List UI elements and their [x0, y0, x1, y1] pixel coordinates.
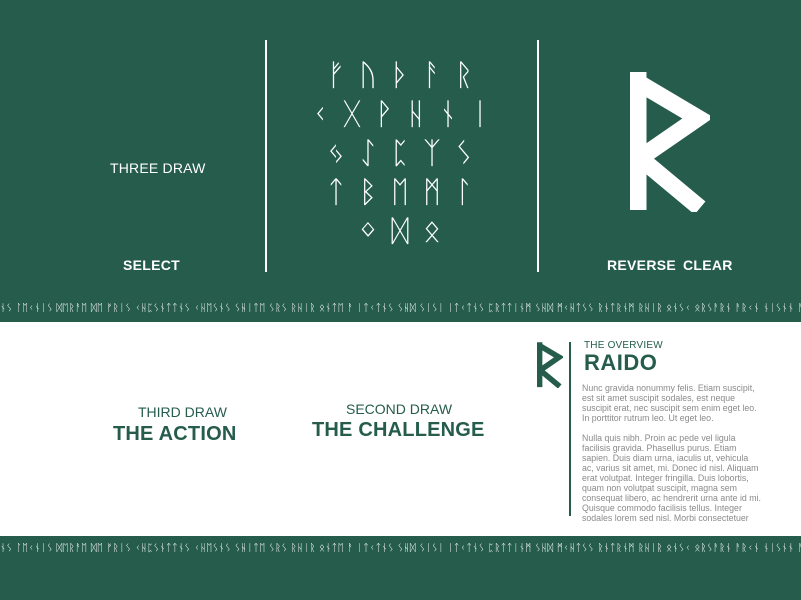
rune-fehu[interactable]: ᚠ	[320, 59, 352, 92]
rune-thurisaz[interactable]: ᚦ	[384, 59, 416, 92]
overview-rune-name: RAIDO	[584, 350, 658, 375]
raido-rune-icon	[630, 72, 710, 212]
rune-sowilo[interactable]: ᛊ	[448, 137, 480, 170]
rune-dagaz[interactable]: ᛞ	[384, 215, 416, 248]
clear-button[interactable]: CLEAR	[683, 257, 733, 273]
rune-row: ᛏ ᛒ ᛖ ᛗ ᛚ	[304, 173, 496, 212]
rune-mannaz[interactable]: ᛗ	[416, 176, 448, 209]
rune-hagalaz[interactable]: ᚺ	[400, 98, 432, 131]
rune-wunjo[interactable]: ᚹ	[368, 98, 400, 131]
overview-divider	[569, 342, 571, 516]
rune-perthro[interactable]: ᛈ	[384, 137, 416, 170]
rune-jera[interactable]: ᛃ	[320, 137, 352, 170]
second-draw-label: SECOND DRAW	[346, 401, 453, 417]
rune-kenaz[interactable]: ᚲ	[304, 98, 336, 131]
divider-left	[265, 40, 267, 272]
overview-paragraph-2: Nulla quis nibh. Proin ac pede vel ligul…	[582, 433, 761, 523]
rune-laguz[interactable]: ᛚ	[448, 176, 480, 209]
rune-row: ᛃ ᛇ ᛈ ᛉ ᛊ	[304, 134, 496, 173]
second-draw-title[interactable]: THE CHALLENGE	[312, 419, 485, 442]
footer-band	[0, 562, 801, 600]
rune-raido[interactable]: ᚱ	[448, 59, 480, 92]
reverse-button[interactable]: REVERSE	[607, 257, 676, 273]
rune-uruz[interactable]: ᚢ	[352, 59, 384, 92]
rune-text-strip-top: ᚾᛊ ᛚᛖᚲᚾᛁᛊ ᛞᛖᚱᚨᛖ ᛞᛖ ᚠᚱᛁᛊ ᚲᚺᛈᛊᚾᛏᛏᚾᛊ ᚲᚺᛖᛊᚾᛊ…	[0, 296, 801, 322]
rune-ingwaz[interactable]: ᛜ	[352, 215, 384, 248]
rune-row: ᛜ ᛞ ᛟ	[304, 212, 496, 251]
rune-naudiz[interactable]: ᚾ	[432, 98, 464, 131]
rune-tiwaz[interactable]: ᛏ	[320, 176, 352, 209]
rune-picker-panel: THREE DRAW SELECT ᚠ ᚢ ᚦ ᚨ ᚱ ᚲ ᚷ ᚹ ᚺ ᚾ ᛁ …	[0, 0, 801, 296]
rune-ehwaz[interactable]: ᛖ	[384, 176, 416, 209]
rune-row: ᚠ ᚢ ᚦ ᚨ ᚱ	[304, 56, 496, 95]
draw-mode-label[interactable]: THREE DRAW	[110, 160, 206, 176]
rune-text-strip-bottom: ᚾᛊ ᛚᛖᚲᚾᛁᛊ ᛞᛖᚱᚨᛖ ᛞᛖ ᚠᚱᛁᛊ ᚲᚺᛈᛊᚾᛏᛏᚾᛊ ᚲᚺᛖᛊᚾᛊ…	[0, 536, 801, 562]
reading-panel: THIRD DRAW THE ACTION SECOND DRAW THE CH…	[0, 322, 801, 536]
overview-paragraph-1: Nunc gravida nonummy felis. Etiam suscip…	[582, 383, 757, 423]
rune-grid: ᚠ ᚢ ᚦ ᚨ ᚱ ᚲ ᚷ ᚹ ᚺ ᚾ ᛁ ᛃ ᛇ ᛈ ᛉ ᛊ ᛏ ᛒ ᛖ ᛗ …	[304, 56, 496, 251]
rune-othala[interactable]: ᛟ	[416, 215, 448, 248]
select-button[interactable]: SELECT	[123, 257, 180, 273]
rune-ansuz[interactable]: ᚨ	[416, 59, 448, 92]
rune-berkano[interactable]: ᛒ	[352, 176, 384, 209]
divider-right	[537, 40, 539, 272]
third-draw-title[interactable]: THE ACTION	[113, 423, 236, 446]
rune-algiz[interactable]: ᛉ	[416, 137, 448, 170]
third-draw-label: THIRD DRAW	[138, 404, 227, 420]
raido-small-icon	[537, 342, 563, 388]
rune-gebo[interactable]: ᚷ	[336, 98, 368, 131]
rune-isa[interactable]: ᛁ	[464, 98, 496, 131]
rune-eihwaz[interactable]: ᛇ	[352, 137, 384, 170]
rune-row: ᚲ ᚷ ᚹ ᚺ ᚾ ᛁ	[304, 95, 496, 134]
